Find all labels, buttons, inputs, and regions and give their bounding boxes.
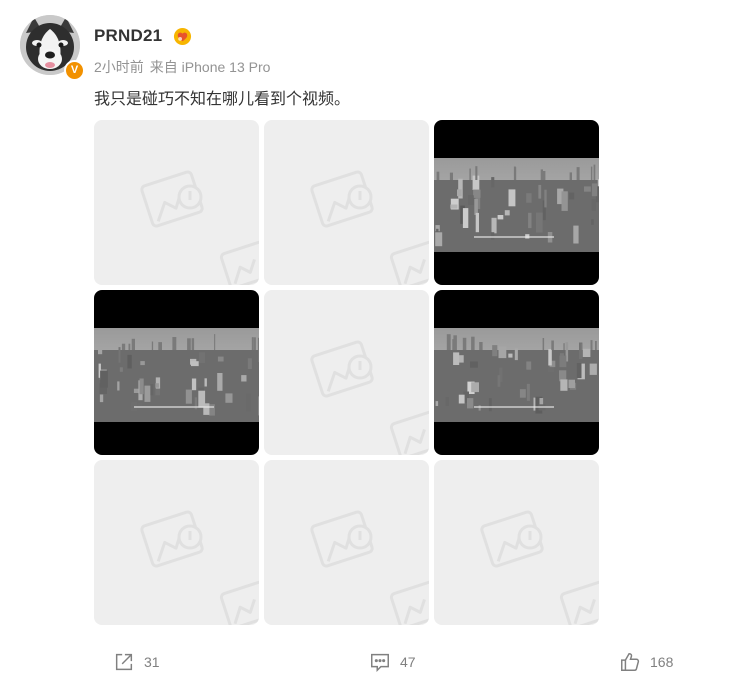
image-placeholder[interactable]	[434, 460, 599, 625]
post-time[interactable]: 2小时前	[94, 59, 144, 75]
image-placeholder[interactable]	[264, 290, 429, 455]
image-placeholder-icon	[140, 170, 259, 285]
image-placeholder-icon	[310, 510, 429, 625]
video-frame-city-skyline	[94, 328, 259, 422]
video-thumbnail[interactable]	[94, 290, 259, 455]
image-placeholder[interactable]	[264, 120, 429, 285]
verified-badge-icon: V	[64, 60, 85, 81]
thumbs-up-icon	[621, 653, 640, 671]
fan-level-badge-icon[interactable]	[173, 27, 192, 46]
post-text: 我只是碰巧不知在哪儿看到个视频。	[94, 91, 351, 108]
image-placeholder-icon	[140, 510, 259, 625]
author-name[interactable]: PRND21	[94, 26, 162, 46]
image-placeholder[interactable]	[264, 460, 429, 625]
comment-button[interactable]: 47	[369, 651, 416, 673]
repost-button[interactable]: 31	[113, 651, 160, 673]
repost-count: 31	[144, 654, 160, 670]
image-placeholder-icon	[480, 510, 599, 625]
image-placeholder[interactable]	[94, 460, 259, 625]
image-placeholder-icon	[310, 340, 429, 455]
image-placeholder-icon	[310, 170, 429, 285]
post-meta: 2小时前 来自 iPhone 13 Pro	[94, 57, 270, 77]
video-frame-city-skyline	[434, 158, 599, 252]
post-source: 来自 iPhone 13 Pro	[149, 59, 271, 75]
action-bar: 31 47 168	[0, 645, 751, 679]
comment-count: 47	[400, 654, 416, 670]
image-grid	[94, 120, 599, 625]
comment-icon	[371, 653, 389, 673]
like-count: 168	[650, 654, 674, 670]
video-thumbnail[interactable]	[434, 120, 599, 285]
video-thumbnail[interactable]	[434, 290, 599, 455]
share-icon	[115, 653, 133, 671]
image-placeholder[interactable]	[94, 120, 259, 285]
like-button[interactable]: 168	[619, 651, 673, 673]
video-frame-city-skyline	[434, 328, 599, 422]
